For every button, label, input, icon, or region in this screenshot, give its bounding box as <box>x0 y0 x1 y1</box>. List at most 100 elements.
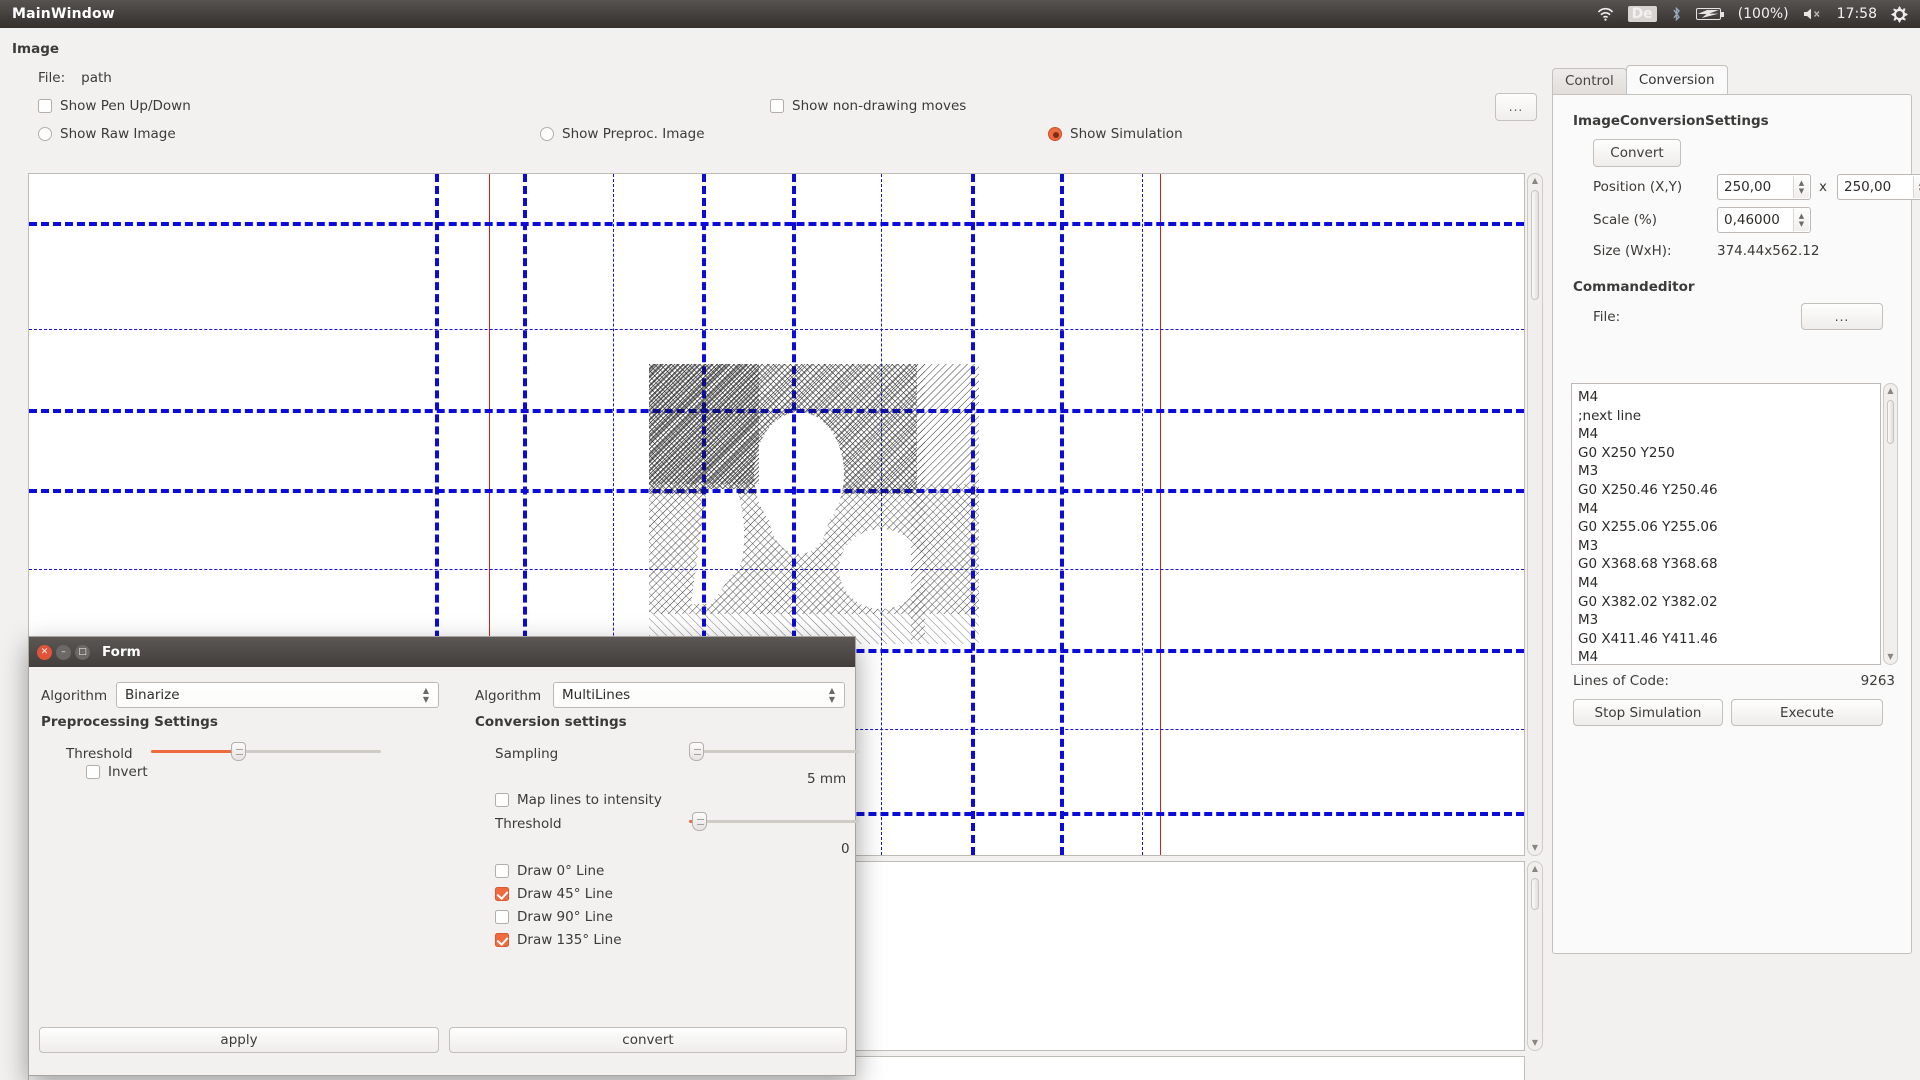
invert-checkbox[interactable] <box>86 765 100 779</box>
position-x-stepper[interactable]: ▲ ▼ <box>1793 176 1809 198</box>
checkbox-show-pen-updown[interactable]: Show Pen Up/Down <box>38 98 191 114</box>
checkbox-label-pen-updown: Show Pen Up/Down <box>60 98 191 114</box>
browse-file-button[interactable]: ... <box>1495 93 1537 121</box>
draw-90-line-row[interactable]: Draw 90° Line <box>495 909 613 925</box>
command-line: G0 X411.46 Y411.46 <box>1578 630 1718 647</box>
bluetooth-icon[interactable] <box>1671 6 1682 22</box>
draw-90-line-checkbox[interactable] <box>495 910 509 924</box>
draw-0-line-checkbox[interactable] <box>495 864 509 878</box>
draw-45-line-checkbox[interactable] <box>495 887 509 901</box>
slider-knob[interactable] <box>688 742 704 761</box>
lines-of-code-label: Lines of Code: <box>1573 673 1669 689</box>
scroll-up-arrow[interactable]: ▲ <box>1528 174 1542 188</box>
conversion-tab-pane: ImageConversionSettings Convert Position… <box>1552 94 1920 954</box>
form-dialog-title: Form <box>102 644 141 660</box>
draw-135-line-checkbox[interactable] <box>495 933 509 947</box>
preproc-algorithm-combo[interactable]: Binarize ▲ ▼ <box>116 682 439 708</box>
tab-conversion[interactable]: Conversion <box>1625 65 1728 94</box>
form-window-buttons: ✕ – □ <box>37 644 90 660</box>
command-editor-title: Commandeditor <box>1573 279 1695 295</box>
chevron-updown-icon[interactable]: ▲ ▼ <box>826 686 838 704</box>
map-lines-checkbox-row[interactable]: Map lines to intensity <box>495 792 662 808</box>
radio-label-raw-image: Show Raw Image <box>60 126 176 142</box>
gear-icon[interactable] <box>1891 5 1908 23</box>
radio-show-raw-image[interactable]: Show Raw Image <box>38 126 176 142</box>
sampling-value: 5 mm <box>807 771 847 787</box>
clock[interactable]: 17:58 <box>1837 6 1877 22</box>
secondary-panel-scrollbar[interactable]: ▲ ▼ <box>1527 861 1543 1051</box>
scale-value: 0,46000 <box>1724 212 1780 228</box>
size-label: Size (WxH): <box>1593 243 1672 259</box>
sampling-slider[interactable] <box>688 742 859 761</box>
window-title: MainWindow <box>12 6 115 22</box>
convert-form-button[interactable]: convert <box>449 1027 847 1053</box>
sampling-label: Sampling <box>495 746 559 762</box>
preproc-threshold-label: Threshold <box>66 746 133 762</box>
position-y-stepper[interactable]: ▲▼ <box>1913 176 1920 198</box>
image-group-title: Image <box>12 41 60 57</box>
form-dialog[interactable]: ✕ – □ Form Algorithm Binarize ▲ ▼ Preproc… <box>28 636 859 1076</box>
invert-checkbox-row[interactable]: Invert <box>86 764 148 780</box>
scale-stepper[interactable]: ▲ ▼ <box>1793 209 1809 231</box>
position-y-input[interactable]: 250,00 ▲▼ <box>1837 174 1920 200</box>
dock-tabbar: Control Conversion <box>1552 65 1728 94</box>
system-tray: De (100%) 17:58 <box>1597 5 1920 23</box>
radio-dot-simulation[interactable] <box>1048 127 1062 141</box>
scroll-down-arrow[interactable]: ▼ <box>1528 841 1542 855</box>
tab-control[interactable]: Control <box>1552 68 1627 94</box>
conversion-algorithm-combo[interactable]: MultiLines ▲ ▼ <box>553 682 845 708</box>
scroll-up-arrow[interactable]: ▲ <box>1528 862 1542 876</box>
wifi-icon[interactable] <box>1597 7 1614 21</box>
apply-button[interactable]: apply <box>39 1027 439 1053</box>
scroll-thumb[interactable] <box>1531 190 1539 300</box>
chevron-updown-icon[interactable]: ▲ ▼ <box>420 686 432 704</box>
scroll-down-arrow[interactable]: ▼ <box>1884 650 1897 664</box>
execute-button[interactable]: Execute <box>1731 699 1883 726</box>
draw-0-line-label: Draw 0° Line <box>517 863 605 879</box>
scroll-up-arrow[interactable]: ▲ <box>1884 384 1897 398</box>
scale-input[interactable]: 0,46000 ▲ ▼ <box>1717 207 1811 233</box>
conversion-algorithm-label: Algorithm <box>475 688 542 704</box>
checkbox-show-nondrawing-moves[interactable]: Show non-drawing moves <box>770 98 966 114</box>
volume-muted-icon[interactable] <box>1803 7 1823 21</box>
close-icon[interactable]: ✕ <box>37 644 52 660</box>
radio-dot-raw-image[interactable] <box>38 127 52 141</box>
grid-hline-minor <box>29 329 1524 330</box>
radio-show-simulation[interactable]: Show Simulation <box>1048 126 1183 142</box>
position-x-input[interactable]: 250,00 ▲ ▼ <box>1717 174 1811 200</box>
form-dialog-titlebar[interactable]: ✕ – □ Form <box>29 637 855 667</box>
draw-0-line-row[interactable]: Draw 0° Line <box>495 863 604 879</box>
conversion-threshold-label: Threshold <box>495 816 562 832</box>
preproc-algorithm-value: Binarize <box>125 687 180 703</box>
checkbox-box-pen-updown[interactable] <box>38 99 52 113</box>
draw-135-line-row[interactable]: Draw 135° Line <box>495 932 622 948</box>
radio-dot-preproc-image[interactable] <box>540 127 554 141</box>
command-editor-textarea[interactable]: M4 ;next line M4 G0 X250 Y250 M3 G0 X250.46 Y… <box>1571 383 1881 665</box>
radio-show-preproc-image[interactable]: Show Preproc. Image <box>540 126 705 142</box>
draw-135-line-label: Draw 135° Line <box>517 932 622 948</box>
file-label: File: <box>38 70 66 86</box>
canvas-vertical-scrollbar[interactable]: ▲ ▼ <box>1527 173 1543 856</box>
command-editor-scrollbar[interactable]: ▲ ▼ <box>1883 383 1898 665</box>
convert-button[interactable]: Convert <box>1593 139 1681 167</box>
map-lines-checkbox[interactable] <box>495 793 509 807</box>
system-top-panel: MainWindow De (100%) 17:58 <box>0 0 1920 28</box>
scroll-thumb[interactable] <box>1531 878 1539 910</box>
command-file-browse-button[interactable]: ... <box>1801 303 1883 330</box>
conversion-threshold-slider[interactable] <box>689 812 859 831</box>
slider-knob[interactable] <box>692 812 708 831</box>
preproc-threshold-slider[interactable] <box>151 742 381 761</box>
checkbox-box-nondrawing-moves[interactable] <box>770 99 784 113</box>
battery-icon[interactable] <box>1695 8 1724 20</box>
scroll-thumb[interactable] <box>1887 400 1894 444</box>
command-file-label: File: <box>1593 309 1621 325</box>
draw-45-line-row[interactable]: Draw 45° Line <box>495 886 613 902</box>
scroll-down-arrow[interactable]: ▼ <box>1528 1036 1542 1050</box>
slider-knob[interactable] <box>231 742 247 761</box>
keyboard-layout-indicator[interactable]: De <box>1627 6 1657 22</box>
stop-simulation-button[interactable]: Stop Simulation <box>1573 699 1723 726</box>
minimize-icon[interactable]: – <box>56 644 71 660</box>
maximize-icon[interactable]: □ <box>75 644 90 660</box>
command-line: M4 <box>1578 500 1599 517</box>
slider-track <box>689 820 859 823</box>
